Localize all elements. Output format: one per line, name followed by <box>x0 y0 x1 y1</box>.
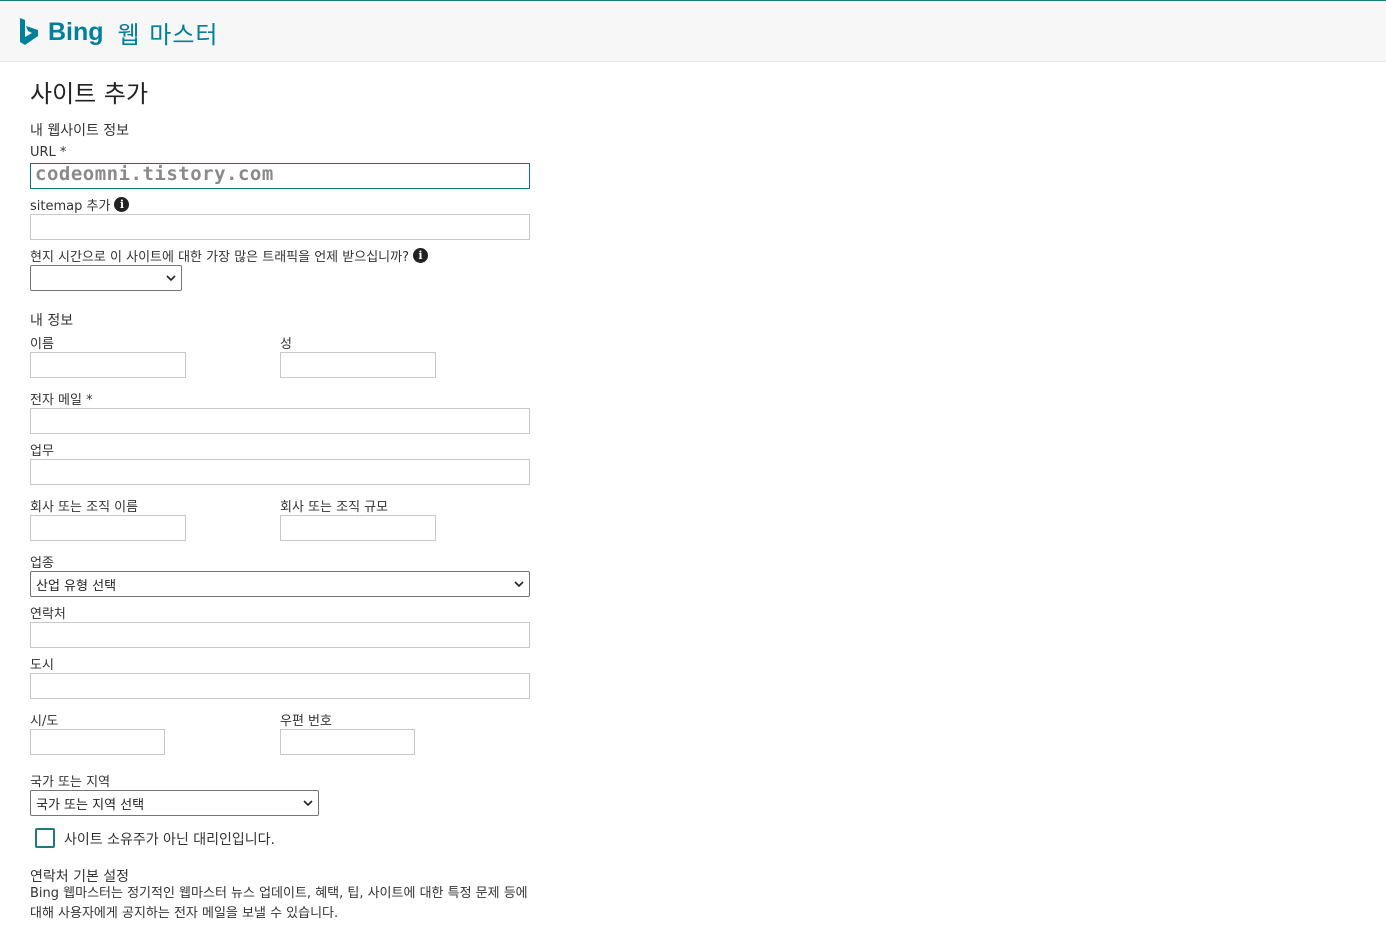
brand-product-name: 웹 마스터 <box>117 20 219 49</box>
agent-checkbox-label: 사이트 소유주가 아닌 대리인입니다. <box>64 832 275 848</box>
city-label: 도시 <box>30 658 54 673</box>
top-header-bar: Bing 웹 마스터 <box>0 0 1386 62</box>
brand-name: Bing <box>48 17 104 46</box>
email-label: 전자 메일 * <box>30 393 93 408</box>
my-info-heading: 내 정보 <box>30 313 74 329</box>
state-label: 시/도 <box>30 714 59 729</box>
country-select[interactable]: 국가 또는 지역 선택 <box>30 790 319 816</box>
job-input[interactable] <box>30 459 530 485</box>
company-size-label: 회사 또는 조직 규모 <box>280 500 389 515</box>
company-name-label: 회사 또는 조직 이름 <box>30 500 139 515</box>
phone-label: 연락처 <box>30 607 66 622</box>
info-icon[interactable]: i <box>114 197 130 212</box>
brand-link[interactable]: Bing 웹 마스터 <box>18 15 219 49</box>
company-size-input[interactable] <box>280 515 436 541</box>
contact-prefs-description: Bing 웹마스터는 정기적인 웹마스터 뉴스 업데이트, 혜택, 팁, 사이트… <box>30 886 528 921</box>
country-label: 국가 또는 지역 <box>30 775 111 790</box>
city-input[interactable] <box>30 673 530 699</box>
traffic-time-label: 현지 시간으로 이 사이트에 대한 가장 많은 트래픽을 언제 받으십니까? i <box>30 246 428 265</box>
chevron-down-icon <box>303 800 313 807</box>
last-name-label: 성 <box>280 337 292 352</box>
contact-prefs-heading: 연락처 기본 설정 <box>30 869 130 885</box>
sitemap-label-text: sitemap 추가 <box>30 199 111 214</box>
industry-label: 업종 <box>30 556 54 571</box>
last-name-input[interactable] <box>280 352 436 378</box>
job-label: 업무 <box>30 444 54 459</box>
url-input-value: codeomni.tistory.com <box>35 163 274 185</box>
state-input[interactable] <box>30 729 165 755</box>
page-title: 사이트 추가 <box>30 80 149 108</box>
chevron-down-icon <box>166 275 176 282</box>
url-label: URL * <box>30 145 67 160</box>
traffic-time-label-text: 현지 시간으로 이 사이트에 대한 가장 많은 트래픽을 언제 받으십니까? <box>30 250 409 265</box>
industry-select[interactable]: 산업 유형 선택 <box>30 571 530 597</box>
first-name-label: 이름 <box>30 337 54 352</box>
agent-checkbox[interactable] <box>35 828 55 848</box>
chevron-down-icon <box>514 581 524 588</box>
traffic-time-select[interactable] <box>30 265 182 291</box>
postal-code-input[interactable] <box>280 729 415 755</box>
sitemap-input[interactable] <box>30 214 530 240</box>
industry-selected: 산업 유형 선택 <box>36 578 117 594</box>
email-input[interactable] <box>30 408 530 434</box>
country-selected: 국가 또는 지역 선택 <box>36 797 145 813</box>
postal-code-label: 우편 번호 <box>280 714 332 729</box>
sitemap-label: sitemap 추가 i <box>30 195 130 214</box>
first-name-input[interactable] <box>30 352 186 378</box>
company-name-input[interactable] <box>30 515 186 541</box>
phone-input[interactable] <box>30 622 530 648</box>
website-info-heading: 내 웹사이트 정보 <box>30 123 130 139</box>
bing-logo-icon <box>20 18 38 45</box>
info-icon[interactable]: i <box>412 248 428 263</box>
